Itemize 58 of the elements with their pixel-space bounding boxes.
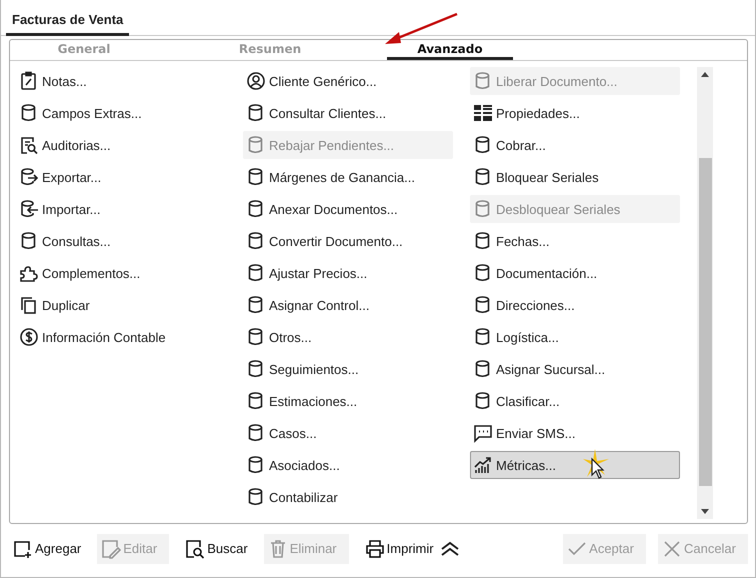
- menu-item[interactable]: Asociados...: [243, 451, 453, 479]
- menu-item[interactable]: Cliente Genérico...: [243, 67, 453, 95]
- menu-item[interactable]: Clasificar...: [470, 387, 680, 415]
- menu-item[interactable]: Campos Extras...: [16, 99, 226, 127]
- menu-item[interactable]: Consultas...: [16, 227, 226, 255]
- copy-icon: [19, 295, 39, 315]
- document-search-icon: [19, 135, 39, 155]
- menu-item[interactable]: Otros...: [243, 323, 453, 351]
- chart-icon: [473, 455, 493, 475]
- menu-item[interactable]: Enviar SMS...: [470, 419, 680, 447]
- menu-item[interactable]: Complementos...: [16, 259, 226, 287]
- window-title: Facturas de Venta: [6, 4, 130, 36]
- menu-item[interactable]: Notas...: [16, 67, 226, 95]
- menu-item[interactable]: Propiedades...: [470, 99, 680, 127]
- menu-item[interactable]: Documentación...: [470, 259, 680, 287]
- menu-item[interactable]: Fechas...: [470, 227, 680, 255]
- menu-item[interactable]: Bloquear Seriales: [470, 163, 680, 191]
- user-icon: [246, 71, 266, 91]
- menu-item[interactable]: Márgenes de Ganancia...: [243, 163, 453, 191]
- menu-item[interactable]: Consultar Clientes...: [243, 99, 453, 127]
- menu-item[interactable]: Métricas...: [470, 451, 680, 479]
- dollar-icon: [19, 327, 39, 347]
- clipboard-icon: [19, 71, 39, 91]
- printer-icon: [364, 538, 385, 558]
- menu-item[interactable]: Logística...: [470, 323, 680, 351]
- menu-item[interactable]: Asignar Sucursal...: [470, 355, 680, 383]
- menu-item[interactable]: Importar...: [16, 195, 226, 223]
- database-import-icon: [19, 199, 39, 219]
- menu-item[interactable]: Contabilizar: [243, 483, 453, 511]
- menu-item[interactable]: Direcciones...: [470, 291, 680, 319]
- scroll-down-icon[interactable]: [701, 509, 709, 514]
- database-export-icon: [19, 167, 39, 187]
- menu-item[interactable]: Duplicar: [16, 291, 226, 319]
- grid-icon: [473, 103, 493, 123]
- message-icon: [473, 423, 493, 443]
- toolbar-button[interactable]: Buscar: [181, 534, 252, 564]
- menu-item[interactable]: Información Contable: [16, 323, 226, 351]
- close-icon: [662, 538, 682, 558]
- menu-item[interactable]: Asignar Control...: [243, 291, 453, 319]
- scrollbar-thumb[interactable]: [698, 158, 712, 486]
- menu-item[interactable]: Auditorias...: [16, 131, 226, 159]
- scroll-up-icon[interactable]: [701, 72, 709, 77]
- menu-item[interactable]: Anexar Documentos...: [243, 195, 453, 223]
- chevron-up-icon[interactable]: [440, 540, 460, 556]
- menu-item[interactable]: Cobrar...: [470, 131, 680, 159]
- menu-item[interactable]: Estimaciones...: [243, 387, 453, 415]
- toolbar-button[interactable]: Agregar: [9, 534, 86, 564]
- menu-item[interactable]: Ajustar Precios...: [243, 259, 453, 287]
- toolbar-button[interactable]: Imprimir: [360, 534, 438, 564]
- scrollbar[interactable]: [697, 67, 713, 519]
- menu-item[interactable]: Seguimientos...: [243, 355, 453, 383]
- add-icon: [13, 538, 33, 558]
- edit-icon: [101, 538, 122, 558]
- search-icon: [185, 538, 206, 558]
- menu-item[interactable]: Exportar...: [16, 163, 226, 191]
- menu-item[interactable]: Casos...: [243, 419, 453, 447]
- puzzle-icon: [19, 263, 39, 283]
- menu-item[interactable]: Convertir Documento...: [243, 227, 453, 255]
